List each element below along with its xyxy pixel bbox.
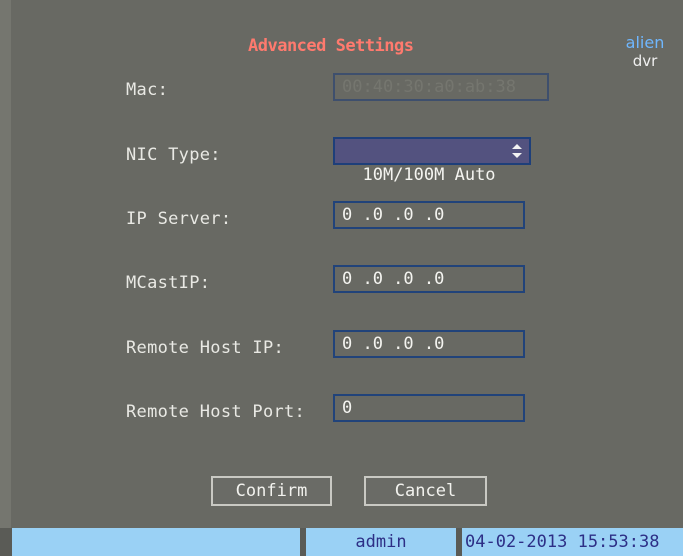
remote-host-port-input[interactable]: 0 [333, 394, 525, 422]
remote-host-ip-label: Remote Host IP: [126, 338, 285, 358]
ip-server-input[interactable]: 0 .0 .0 .0 [333, 201, 525, 229]
nic-type-label: NIC Type: [126, 145, 221, 165]
current-user: admin [306, 528, 456, 556]
mac-field: 00:40:30:a0:ab:38 [333, 73, 549, 101]
status-bar-segment [12, 528, 300, 556]
mac-label: Mac: [126, 80, 169, 100]
up-down-arrow-icon [512, 144, 522, 158]
dialog-title: Advanced Settings [248, 36, 414, 56]
svg-text:alien: alien [626, 33, 665, 52]
remote-host-ip-input[interactable]: 0 .0 .0 .0 [333, 330, 525, 358]
nic-type-value: 10M/100M Auto [362, 165, 496, 185]
remote-host-port-label: Remote Host Port: [126, 402, 306, 422]
cancel-button[interactable]: Cancel [364, 476, 487, 506]
confirm-button[interactable]: Confirm [211, 476, 332, 506]
ip-server-label: IP Server: [126, 209, 232, 229]
status-bar: admin 04-02-2013 15:53:38 [0, 528, 683, 556]
screen-edge [0, 0, 11, 556]
nic-type-select[interactable]: 10M/100M Auto [333, 137, 531, 185]
svg-text:dvr: dvr [633, 52, 658, 70]
mcast-ip-input[interactable]: 0 .0 .0 .0 [333, 265, 525, 293]
mcast-ip-label: MCastIP: [126, 273, 211, 293]
date-time: 04-02-2013 15:53:38 [462, 528, 683, 556]
alien-dvr-logo: alien dvr [626, 33, 665, 70]
